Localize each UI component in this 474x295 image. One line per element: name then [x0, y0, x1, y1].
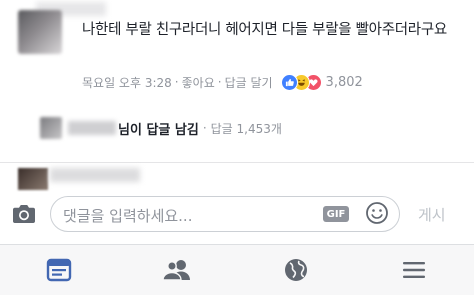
- reply-link[interactable]: 답글 달기: [225, 74, 273, 91]
- avatar[interactable]: [18, 168, 48, 190]
- blurred-content: [68, 121, 116, 135]
- like-icon: [280, 73, 298, 91]
- menu-icon[interactable]: [400, 257, 430, 283]
- comment-meta: 목요일 오후 3:28 · 좋아요 · 답글 달기 3,802: [82, 72, 363, 92]
- comment-input-placeholder: 댓글을 입력하세요...: [63, 207, 193, 225]
- comment-composer: 댓글을 입력하세요... GIF 게시: [0, 192, 474, 238]
- emoji-icon[interactable]: [365, 201, 389, 225]
- blurred-content: [50, 168, 140, 182]
- reaction-count: 3,802: [325, 74, 363, 90]
- news-feed-icon[interactable]: [45, 257, 75, 283]
- reply-avatar: [40, 117, 62, 139]
- reply-summary-time: 답글 1,453개: [210, 121, 282, 136]
- globe-icon[interactable]: [282, 257, 312, 283]
- friends-icon[interactable]: [162, 257, 192, 283]
- comment-text: 나한테 부랄 친구라더니 헤어지면 다들 부랄을 빨아주더라구요: [82, 22, 447, 38]
- comment-time: 목요일 오후 3:28: [82, 75, 172, 90]
- bottom-tab-bar: [0, 244, 474, 295]
- divider: [0, 162, 474, 163]
- reactions-summary[interactable]: 3,802: [280, 73, 363, 91]
- view-replies-link[interactable]: 님이 답글 남김 · 답글 1,453개: [40, 116, 282, 140]
- post-button[interactable]: 게시: [418, 204, 446, 225]
- comment-input[interactable]: 댓글을 입력하세요... GIF: [50, 196, 400, 232]
- avatar[interactable]: [18, 10, 62, 54]
- separator: ·: [217, 75, 222, 89]
- separator: ·: [202, 121, 207, 135]
- gif-button[interactable]: GIF: [323, 206, 349, 222]
- separator: ·: [174, 75, 179, 89]
- like-link[interactable]: 좋아요: [182, 74, 215, 91]
- comment: 나한테 부랄 친구라더니 헤어지면 다들 부랄을 빨아주더라구요 목요일 오후 …: [0, 0, 474, 120]
- camera-icon[interactable]: [10, 202, 38, 226]
- reply-summary-label: 님이 답글 남김: [118, 122, 199, 138]
